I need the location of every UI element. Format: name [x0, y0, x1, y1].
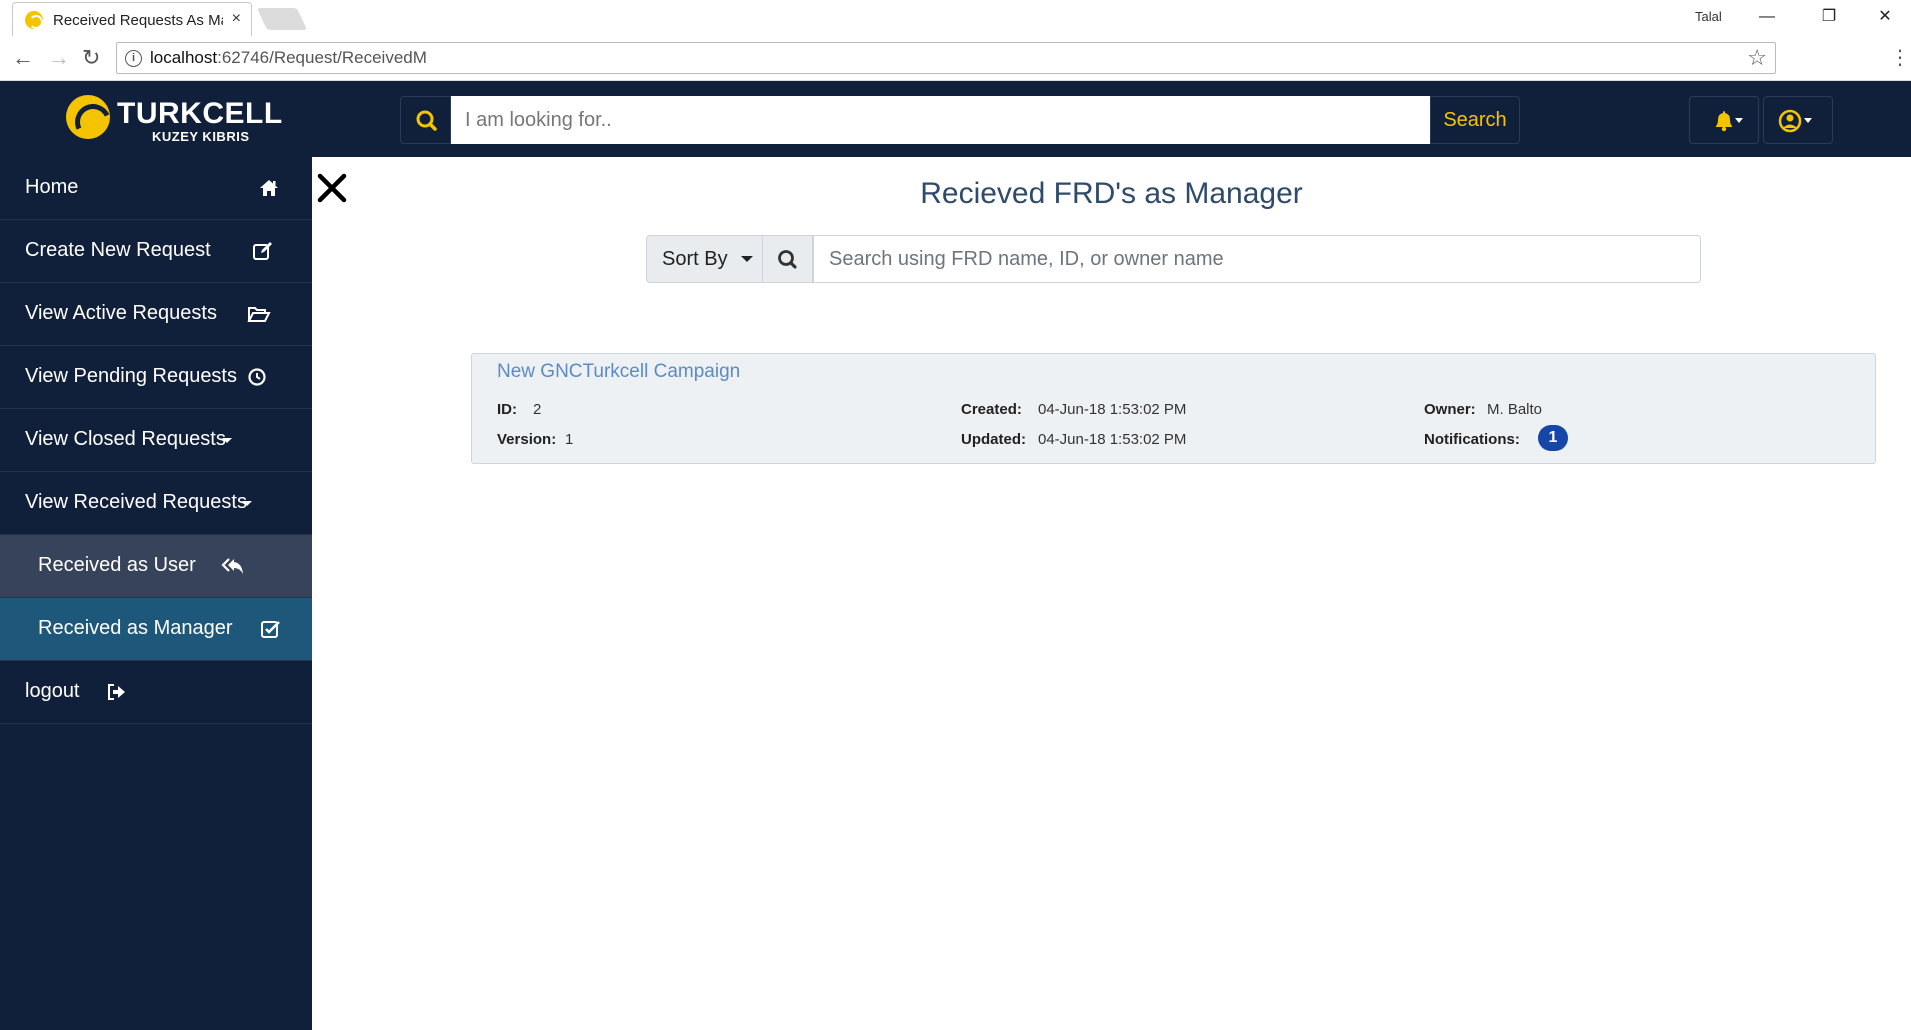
caret-down-icon — [222, 438, 232, 443]
browser-tabbar: Received Requests As Ma × Talal — ❐ ✕ — [0, 0, 1911, 36]
global-search-button[interactable]: Search — [1430, 96, 1520, 144]
global-search-input[interactable] — [451, 96, 1430, 144]
clock-icon — [248, 368, 266, 386]
sidebar-item-view-active-requests[interactable]: View Active Requests — [0, 283, 312, 346]
bell-icon — [1716, 111, 1743, 132]
sidebar-item-view-closed-requests[interactable]: View Closed Requests — [0, 409, 312, 472]
search-icon — [763, 235, 813, 283]
browser-profile-name[interactable]: Talal — [1695, 9, 1722, 24]
caret-down-icon — [741, 256, 754, 263]
reply-all-icon — [221, 558, 243, 574]
owner-value: M. Balto — [1487, 401, 1543, 418]
sidebar-item-create-new-request[interactable]: Create New Request — [0, 220, 312, 283]
sidebar-item-label: View Closed Requests — [25, 428, 226, 450]
folder-open-icon — [247, 307, 271, 322]
turkcell-favicon-icon — [25, 11, 43, 29]
close-window-button[interactable]: ✕ — [1862, 4, 1908, 30]
brand-name: TURKCELL — [117, 97, 283, 130]
request-name-link[interactable]: New GNCTurkcell Campaign — [497, 361, 740, 383]
sidebar-item-label: View Received Requests — [25, 491, 247, 513]
page-title: Recieved FRD's as Manager — [920, 177, 1303, 210]
sidebar-item-label: Received as Manager — [38, 617, 233, 639]
info-icon[interactable]: i — [125, 50, 142, 67]
created-value: 04-Jun-18 1:53:02 PM — [1038, 401, 1187, 418]
back-arrow-icon[interactable]: ← — [12, 46, 34, 70]
sidebar: Home Create New Request View Active Requ… — [0, 157, 312, 1030]
sidebar-item-received-as-manager[interactable]: Received as Manager — [0, 598, 312, 661]
updated-value: 04-Jun-18 1:53:02 PM — [1038, 431, 1187, 448]
tab-title: Received Requests As Ma — [53, 12, 223, 29]
notifications-button[interactable] — [1689, 96, 1759, 144]
sort-by-label: Sort By — [662, 247, 728, 270]
sidebar-item-label: Create New Request — [25, 239, 211, 261]
browser-tab[interactable]: Received Requests As Ma × — [12, 2, 252, 36]
sidebar-item-label: View Active Requests — [25, 302, 217, 324]
version-label: Version: — [497, 431, 557, 448]
browser-menu-icon[interactable]: ⋮ — [1890, 45, 1910, 70]
url-field[interactable]: i localhost:62746/Request/ReceivedM ☆ — [116, 42, 1776, 74]
sidebar-item-label: Received as User — [38, 554, 196, 576]
notifications-label: Notifications: — [1424, 431, 1520, 448]
browser-addressbar: ← → ↻ i localhost:62746/Request/Received… — [0, 36, 1911, 81]
sidebar-item-label: Home — [25, 176, 79, 198]
minimize-button[interactable]: — — [1744, 4, 1790, 30]
user-circle-icon — [1778, 109, 1812, 133]
sidebar-item-label: logout — [25, 680, 80, 702]
request-card: New GNCTurkcell Campaign ID: 2 Version: … — [471, 353, 1876, 464]
sidebar-item-home[interactable]: Home — [0, 157, 312, 220]
sidebar-item-view-received-requests[interactable]: View Received Requests — [0, 472, 312, 535]
user-menu-button[interactable] — [1763, 96, 1833, 144]
forward-arrow-icon[interactable]: → — [48, 46, 70, 70]
tab-close-icon[interactable]: × — [232, 10, 241, 28]
id-label: ID: — [497, 401, 517, 418]
turkcell-logo-mark-icon — [66, 95, 110, 139]
sidebar-item-view-pending-requests[interactable]: View Pending Requests — [0, 346, 312, 409]
restore-button[interactable]: ❐ — [1806, 4, 1852, 30]
request-search-input[interactable] — [813, 235, 1701, 283]
global-search: Search — [400, 96, 1520, 144]
id-value: 2 — [533, 401, 542, 418]
notifications-badge[interactable]: 1 — [1538, 425, 1568, 451]
updated-label: Updated: — [961, 431, 1026, 448]
created-label: Created: — [961, 401, 1022, 418]
request-filter: Sort By — [646, 235, 1701, 283]
reload-icon[interactable]: ↻ — [82, 46, 100, 70]
sidebar-item-label: View Pending Requests — [25, 365, 237, 387]
edit-icon — [253, 242, 272, 260]
home-icon — [260, 180, 278, 196]
check-square-icon — [261, 621, 280, 638]
search-icon — [400, 96, 451, 144]
new-tab-button[interactable] — [256, 8, 308, 30]
url-text: localhost:62746/Request/ReceivedM — [150, 48, 427, 67]
sign-out-icon — [108, 684, 125, 700]
sidebar-item-received-as-user[interactable]: Received as User — [0, 535, 312, 598]
sidebar-item-logout[interactable]: logout — [0, 661, 312, 724]
owner-label: Owner: — [1424, 401, 1476, 418]
version-value: 1 — [565, 431, 574, 448]
app-header: TURKCELL KUZEY KIBRIS Search — [0, 81, 1911, 157]
bookmark-star-icon[interactable]: ☆ — [1747, 45, 1767, 71]
turkcell-logo[interactable]: TURKCELL KUZEY KIBRIS — [66, 95, 282, 145]
brand-subtitle: KUZEY KIBRIS — [152, 129, 250, 144]
caret-down-icon — [242, 501, 252, 506]
sort-by-dropdown[interactable]: Sort By — [646, 235, 763, 283]
